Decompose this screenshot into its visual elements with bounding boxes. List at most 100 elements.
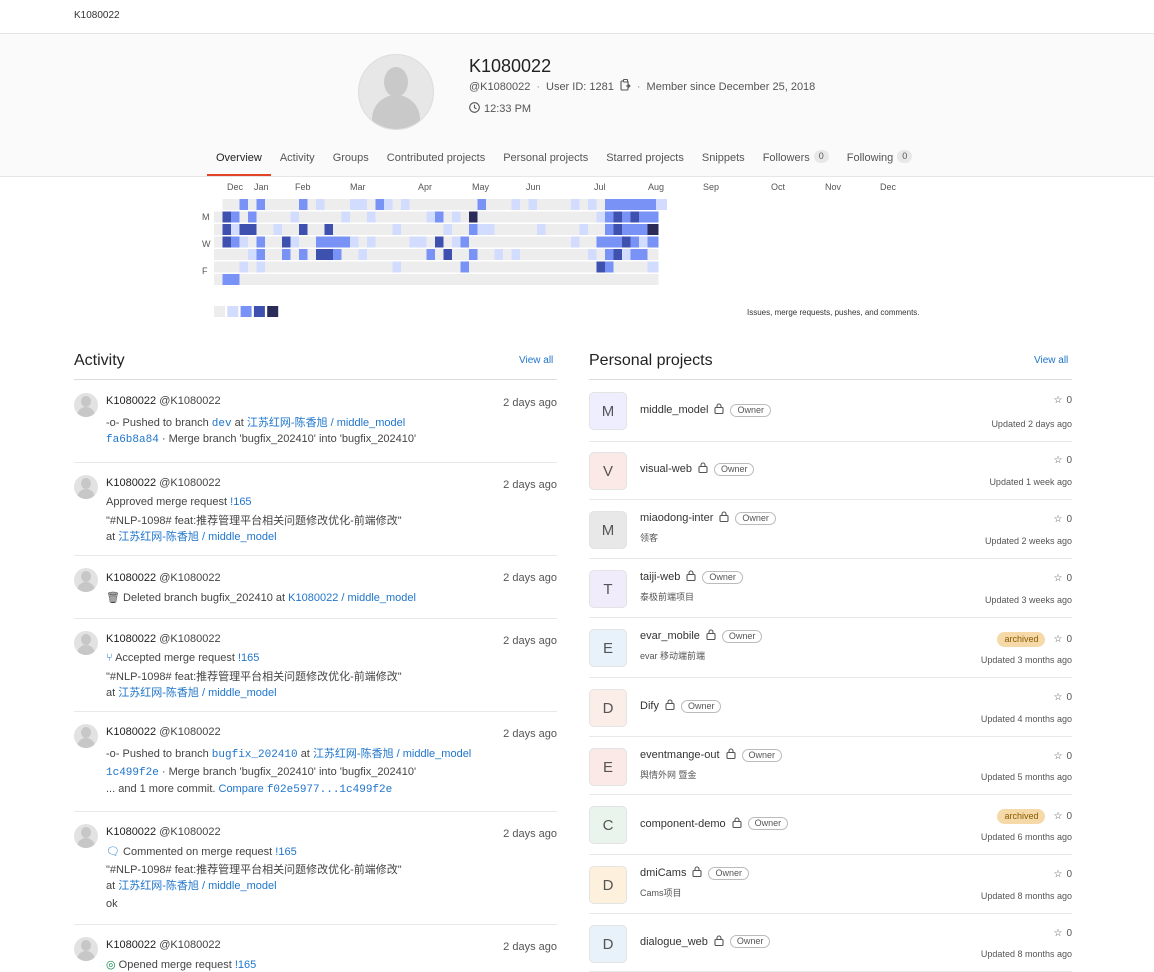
avatar[interactable] [74, 568, 98, 592]
profile-meta: @K1080022 · User ID: 1281 · Member since… [469, 79, 815, 94]
project-avatar[interactable]: M [589, 511, 627, 549]
calendar-day-cell[interactable] [647, 274, 659, 285]
calendar-day-cell[interactable] [647, 261, 659, 273]
project-name-link[interactable]: evar_mobile [640, 630, 700, 642]
project-name-link[interactable]: middle_model [640, 404, 708, 416]
calendar-day-cell[interactable] [647, 211, 659, 223]
tab-groups[interactable]: Groups [324, 150, 378, 174]
merge-request-link[interactable]: !165 [235, 959, 256, 971]
divider [74, 379, 557, 380]
star-icon[interactable]: ☆ [1053, 395, 1062, 406]
avatar[interactable] [74, 475, 98, 499]
tab-overview[interactable]: Overview [207, 150, 271, 176]
project-avatar[interactable]: D [589, 866, 627, 904]
tab-following[interactable]: Following 0 [838, 150, 921, 174]
project-name-link[interactable]: visual-web [640, 463, 692, 475]
project-row[interactable]: Eevar_mobile Owner evar 移动端前端 archived ☆ 0 Upd… [589, 618, 1072, 678]
avatar[interactable] [74, 824, 98, 848]
merge-request-title: "#NLP-1098# feat:推荐管理平台相关问题修改优化-前端修改" [106, 864, 402, 876]
tab-snippets[interactable]: Snippets [693, 150, 754, 174]
projects-view-all-link[interactable]: View all [1034, 355, 1068, 366]
avatar[interactable] [74, 724, 98, 748]
star-icon[interactable]: ☆ [1053, 514, 1062, 525]
project-link[interactable]: 江苏红网-陈香旭 / middle_model [118, 531, 276, 543]
activity-time: 2 days ago [503, 397, 557, 409]
project-row[interactable]: DdmiCams Owner Cams项目 ☆ 0 Updated 8 months ag… [589, 855, 1072, 914]
author-name[interactable]: K1080022 [106, 477, 156, 489]
project-row[interactable]: Ddialogue_web Owner ☆ 0 Updated 8 months ago [589, 914, 1072, 972]
project-avatar[interactable]: C [589, 806, 627, 844]
commit-sha-link[interactable]: fa6b8a84 [106, 434, 159, 446]
commit-sha-link[interactable]: 1c499f2e [106, 767, 159, 779]
activity-text: at [106, 880, 116, 892]
star-icon[interactable]: ☆ [1053, 455, 1062, 466]
lock-icon [706, 629, 716, 643]
star-icon[interactable]: ☆ [1053, 869, 1062, 880]
project-name-link[interactable]: component-demo [640, 818, 726, 830]
project-row[interactable]: Mmiaodong-inter Owner 领客 ☆ 0 Updated 2 weeks … [589, 500, 1072, 559]
lock-icon [665, 699, 675, 713]
calendar-day-cell[interactable] [647, 249, 659, 260]
avatar[interactable] [74, 631, 98, 655]
calendar-day-cell[interactable] [656, 199, 667, 210]
star-icon[interactable]: ☆ [1053, 634, 1062, 645]
project-avatar[interactable]: E [589, 748, 627, 786]
author-name[interactable]: K1080022 [106, 633, 156, 645]
project-row[interactable]: Ttaiji-web Owner 泰极前端项目 ☆ 0 Updated 3 weeks a… [589, 559, 1072, 618]
tab-followers[interactable]: Followers 0 [754, 150, 838, 174]
author-name[interactable]: K1080022 [106, 826, 156, 838]
lock-icon [714, 934, 724, 949]
merge-request-link[interactable]: !165 [275, 846, 296, 858]
project-name-link[interactable]: miaodong-inter [640, 512, 713, 524]
project-row[interactable]: D Dify Owner ☆ 0 Updated 4 months ago [589, 678, 1072, 737]
star-icon[interactable]: ☆ [1053, 928, 1062, 939]
tab-contributed-projects[interactable]: Contributed projects [378, 150, 494, 174]
project-avatar[interactable]: T [589, 570, 627, 608]
compare-link[interactable]: Compare [219, 783, 264, 795]
merge-request-link[interactable]: !165 [238, 652, 259, 664]
project-row[interactable]: Vvisual-web Owner ☆ 0 Updated 1 week ago [589, 441, 1072, 500]
project-row[interactable]: Mmiddle_model Owner ☆ 0 Updated 2 days ago [589, 381, 1072, 442]
project-name-link[interactable]: Dify [640, 700, 659, 712]
project-avatar[interactable]: M [589, 392, 627, 430]
tab-activity[interactable]: Activity [271, 150, 324, 174]
project-name-link[interactable]: dialogue_web [640, 936, 708, 948]
avatar[interactable] [74, 393, 98, 417]
merge-request-title: "#NLP-1098# feat:推荐管理平台相关问题修改优化-前端修改" [106, 515, 402, 527]
calendar-day-cell[interactable] [647, 236, 659, 248]
merge-request-link[interactable]: !165 [230, 496, 251, 508]
project-row[interactable]: Eeventmange-out Owner 舆情外网 暨金 ☆ 0 Updated 5 m… [589, 737, 1072, 795]
activity-view-all-link[interactable]: View all [519, 355, 553, 366]
project-avatar[interactable]: D [589, 689, 627, 727]
copy-icon[interactable] [620, 79, 631, 94]
star-icon[interactable]: ☆ [1053, 811, 1062, 822]
project-name-link[interactable]: dmiCams [640, 867, 686, 879]
project-link[interactable]: 江苏红网-陈香旭 / middle_model [118, 687, 276, 699]
project-name-link[interactable]: eventmange-out [640, 749, 720, 761]
author-name[interactable]: K1080022 [106, 395, 156, 407]
project-row[interactable]: Ccomponent-demo Owner archived ☆ 0 Updated 6 … [589, 795, 1072, 855]
star-icon[interactable]: ☆ [1053, 573, 1062, 584]
project-avatar[interactable]: V [589, 452, 627, 490]
month-label: Jul [594, 182, 606, 192]
author-name[interactable]: K1080022 [106, 939, 156, 951]
tab-personal-projects[interactable]: Personal projects [494, 150, 597, 174]
author-name[interactable]: K1080022 [106, 726, 156, 738]
star-icon[interactable]: ☆ [1053, 692, 1062, 703]
project-link[interactable]: 江苏红网-陈香旭 / middle_model [118, 880, 276, 892]
project-link[interactable]: 江苏红网-陈香旭 / middle_model [313, 748, 471, 760]
star-icon[interactable]: ☆ [1053, 751, 1062, 762]
project-link[interactable]: K1080022 / middle_model [288, 592, 416, 604]
project-name-link[interactable]: taiji-web [640, 571, 680, 583]
avatar[interactable] [74, 937, 98, 961]
author-name[interactable]: K1080022 [106, 572, 156, 584]
branch-link[interactable]: dev [212, 418, 232, 430]
project-avatar[interactable]: D [589, 925, 627, 963]
branch-link[interactable]: bugfix_202410 [212, 749, 298, 761]
calendar-day-cell[interactable] [647, 224, 659, 235]
breadcrumb-username[interactable]: K1080022 [74, 10, 120, 21]
compare-range-link[interactable]: f02e5977...1c499f2e [267, 784, 392, 796]
project-link[interactable]: 江苏红网-陈香旭 / middle_model [247, 417, 405, 429]
tab-starred-projects[interactable]: Starred projects [597, 150, 693, 174]
project-avatar[interactable]: E [589, 629, 627, 667]
